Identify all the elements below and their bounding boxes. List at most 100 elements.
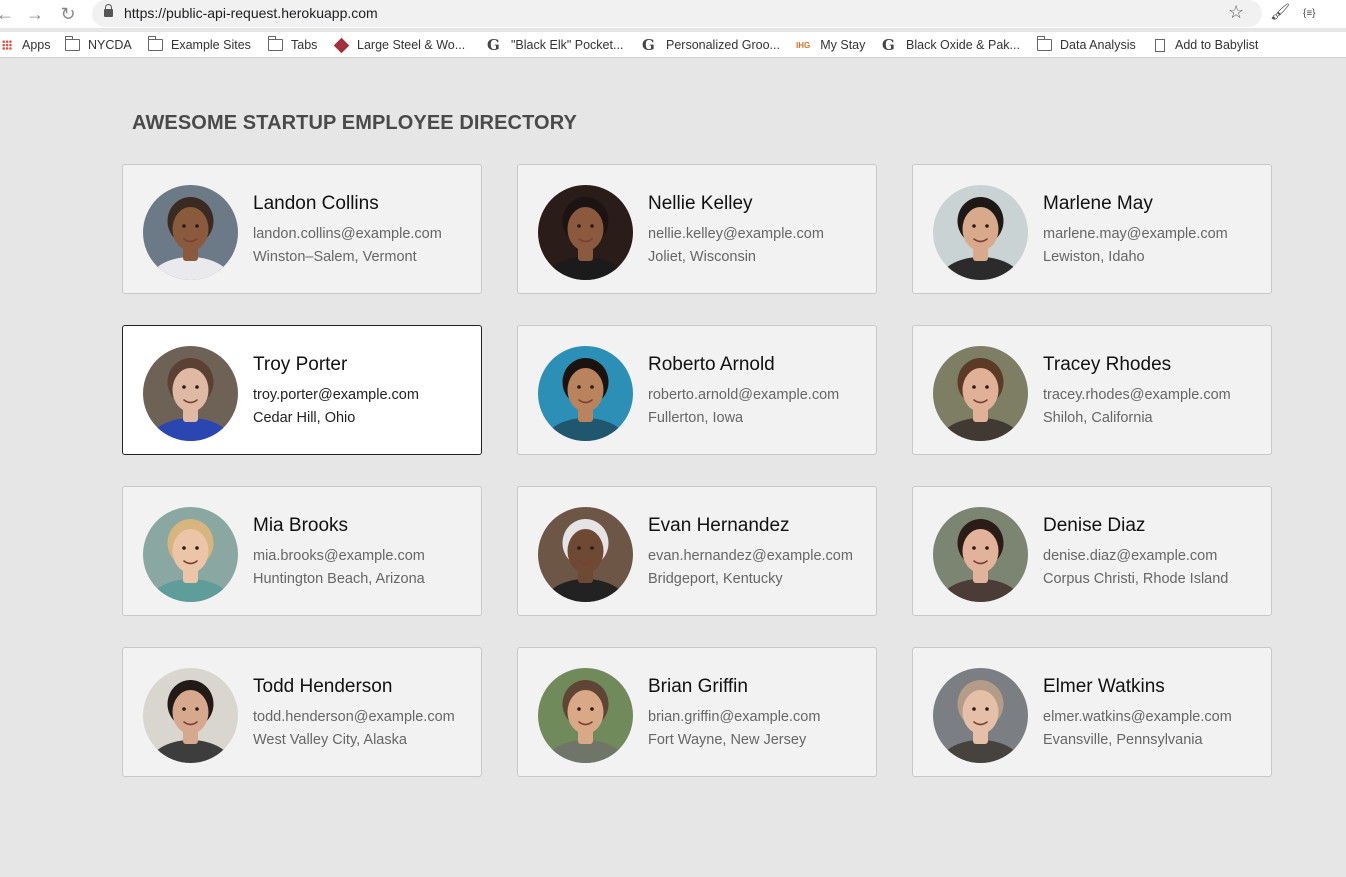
bookmarks-bar: Apps NYCDA Example Sites Tabs Large Stee… (0, 32, 1346, 58)
avatar (143, 507, 238, 602)
employee-card[interactable]: Marlene May marlene.may@example.com Lewi… (912, 164, 1272, 294)
employee-card[interactable]: Brian Griffin brian.griffin@example.com … (517, 647, 877, 777)
employee-location: Lewiston, Idaho (1043, 249, 1145, 265)
employee-location: Winston–Salem, Vermont (253, 249, 417, 265)
employee-card[interactable]: Troy Porter troy.porter@example.com Ceda… (122, 325, 482, 455)
folder-icon (148, 36, 163, 51)
employee-name: Marlene May (1043, 193, 1153, 214)
forward-arrow-icon[interactable]: → (24, 3, 46, 25)
employee-name: Elmer Watkins (1043, 676, 1165, 697)
employee-info: Mia Brooks mia.brooks@example.com Huntin… (253, 515, 425, 591)
avatar (933, 185, 1028, 280)
reload-icon[interactable]: ↻ (57, 3, 79, 25)
bookmark-label: Tabs (291, 38, 318, 52)
employee-info: Brian Griffin brian.griffin@example.com … (648, 676, 820, 752)
bookmark-star-icon[interactable]: ☆ (1228, 2, 1244, 23)
employee-location: Joliet, Wisconsin (648, 249, 756, 265)
employee-location: Evansville, Pennsylvania (1043, 732, 1203, 748)
employee-name: Roberto Arnold (648, 354, 775, 375)
employee-location: Cedar Hill, Ohio (253, 410, 356, 426)
bookmark-label: "Black Elk" Pocket... (511, 38, 624, 52)
bookmark-large-steel[interactable]: Large Steel & Wo... (333, 36, 465, 54)
avatar (538, 185, 633, 280)
employee-location: Corpus Christi, Rhode Island (1043, 571, 1229, 587)
employee-name: Tracey Rhodes (1043, 354, 1172, 375)
google-icon: G (487, 35, 500, 54)
eyedropper-extension-icon[interactable]: 🖌 (1270, 2, 1290, 22)
bookmark-label: NYCDA (88, 38, 132, 52)
employee-info: Landon Collins landon.collins@example.co… (253, 193, 442, 269)
avatar (143, 185, 238, 280)
employee-email: marlene.may@example.com (1043, 226, 1228, 242)
bookmark-folder-nycda[interactable]: NYCDA (65, 36, 132, 54)
employee-card[interactable]: Denise Diaz denise.diaz@example.com Corp… (912, 486, 1272, 616)
url-text[interactable]: https://public-api-request.herokuapp.com (124, 5, 378, 21)
employee-info: Evan Hernandez evan.hernandez@example.co… (648, 515, 853, 591)
folder-icon (65, 36, 80, 51)
employee-card[interactable]: Tracey Rhodes tracey.rhodes@example.com … (912, 325, 1272, 455)
bookmark-apps[interactable]: Apps (2, 36, 51, 54)
employee-card[interactable]: Evan Hernandez evan.hernandez@example.co… (517, 486, 877, 616)
bookmark-label: Black Oxide & Pak... (906, 38, 1020, 52)
bookmark-folder-data-analysis[interactable]: Data Analysis (1037, 36, 1136, 54)
employee-email: tracey.rhodes@example.com (1043, 387, 1231, 403)
employee-card[interactable]: Elmer Watkins elmer.watkins@example.com … (912, 647, 1272, 777)
employee-card[interactable]: Roberto Arnold roberto.arnold@example.co… (517, 325, 877, 455)
employee-email: mia.brooks@example.com (253, 548, 425, 564)
bookmark-black-elk[interactable]: G "Black Elk" Pocket... (487, 36, 623, 54)
employee-name: Mia Brooks (253, 515, 349, 536)
bookmark-folder-tabs[interactable]: Tabs (268, 36, 317, 54)
employee-name: Denise Diaz (1043, 515, 1146, 536)
employee-info: Todd Henderson todd.henderson@example.co… (253, 676, 455, 752)
bookmark-label: Personalized Groo... (666, 38, 780, 52)
json-extension-icon[interactable]: {≡} (1303, 8, 1316, 19)
google-icon: G (882, 35, 895, 54)
avatar (933, 346, 1028, 441)
lock-icon (104, 4, 113, 17)
bookmark-label: My Stay (820, 38, 866, 52)
employee-email: landon.collins@example.com (253, 226, 442, 242)
page-title: AWESOME STARTUP EMPLOYEE DIRECTORY (132, 112, 577, 134)
apps-grid-icon (2, 40, 12, 50)
employee-location: Huntington Beach, Arizona (253, 571, 425, 587)
employee-location: Shiloh, California (1043, 410, 1153, 426)
bookmark-add-to-babylist[interactable]: Add to Babylist (1155, 36, 1258, 54)
employee-name: Brian Griffin (648, 676, 748, 697)
bookmark-personalized-groo[interactable]: G Personalized Groo... (642, 36, 780, 54)
avatar (143, 346, 238, 441)
employee-info: Denise Diaz denise.diaz@example.com Corp… (1043, 515, 1228, 591)
employee-location: West Valley City, Alaska (253, 732, 407, 748)
employee-info: Roberto Arnold roberto.arnold@example.co… (648, 354, 839, 430)
employee-email: troy.porter@example.com (253, 387, 419, 403)
avatar (538, 346, 633, 441)
avatar (933, 507, 1028, 602)
site-icon (333, 37, 350, 53)
employee-info: Elmer Watkins elmer.watkins@example.com … (1043, 676, 1232, 752)
google-icon: G (642, 35, 655, 54)
address-bar[interactable]: https://public-api-request.herokuapp.com… (92, 0, 1262, 27)
employee-card[interactable]: Todd Henderson todd.henderson@example.co… (122, 647, 482, 777)
employee-name: Nellie Kelley (648, 193, 753, 214)
employee-name: Todd Henderson (253, 676, 393, 697)
back-arrow-icon[interactable]: ← (0, 3, 16, 25)
bookmark-label: Example Sites (171, 38, 251, 52)
employee-email: nellie.kelley@example.com (648, 226, 824, 242)
avatar (538, 668, 633, 763)
browser-toolbar: ← → ↻ https://public-api-request.herokua… (0, 0, 1346, 28)
folder-icon (1037, 36, 1052, 51)
employee-email: elmer.watkins@example.com (1043, 709, 1232, 725)
employee-email: roberto.arnold@example.com (648, 387, 840, 403)
employee-email: todd.henderson@example.com (253, 709, 455, 725)
avatar (538, 507, 633, 602)
employee-card[interactable]: Landon Collins landon.collins@example.co… (122, 164, 482, 294)
bookmark-my-stay[interactable]: IHG My Stay (796, 36, 865, 54)
employee-card[interactable]: Mia Brooks mia.brooks@example.com Huntin… (122, 486, 482, 616)
employee-location: Fullerton, Iowa (648, 410, 744, 426)
bookmark-black-oxide[interactable]: G Black Oxide & Pak... (882, 36, 1020, 54)
employee-name: Troy Porter (253, 354, 348, 375)
employee-location: Bridgeport, Kentucky (648, 571, 783, 587)
bookmark-folder-example-sites[interactable]: Example Sites (148, 36, 251, 54)
employee-email: denise.diaz@example.com (1043, 548, 1218, 564)
employee-name: Landon Collins (253, 193, 379, 214)
employee-card[interactable]: Nellie Kelley nellie.kelley@example.com … (517, 164, 877, 294)
